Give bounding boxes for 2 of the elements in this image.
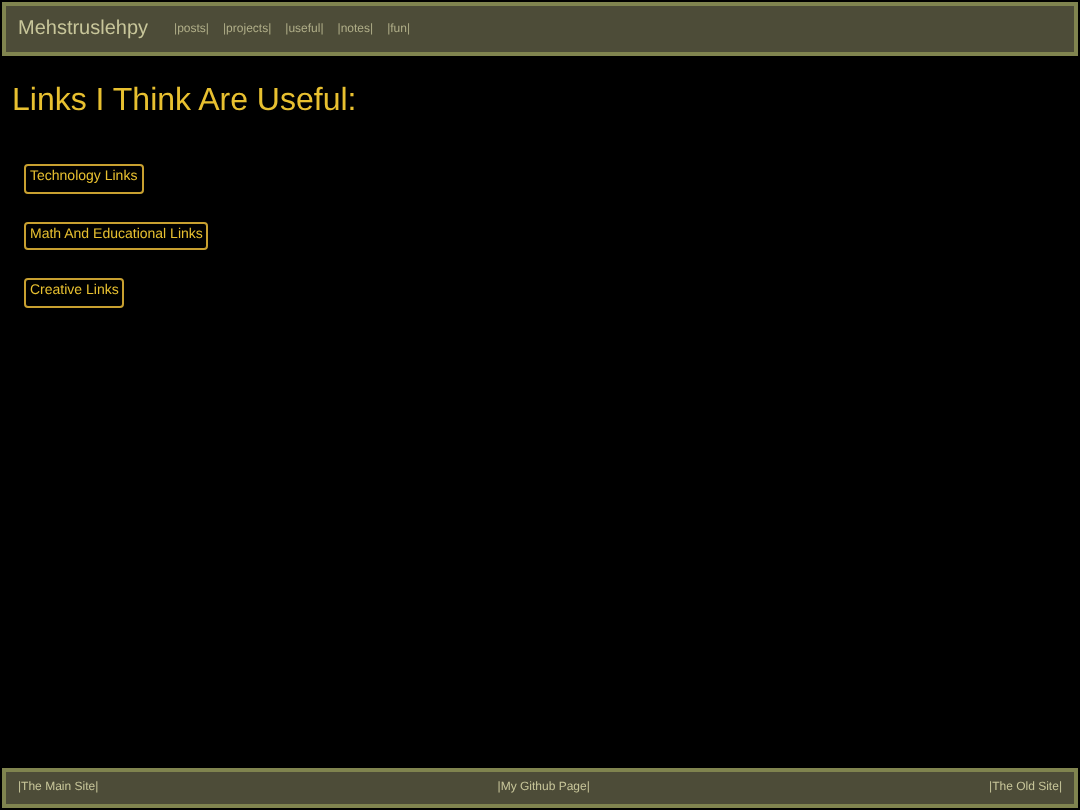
page-heading: Links I Think Are Useful: [12, 82, 359, 122]
site-title[interactable]: Mehstruslehpy [18, 14, 149, 44]
